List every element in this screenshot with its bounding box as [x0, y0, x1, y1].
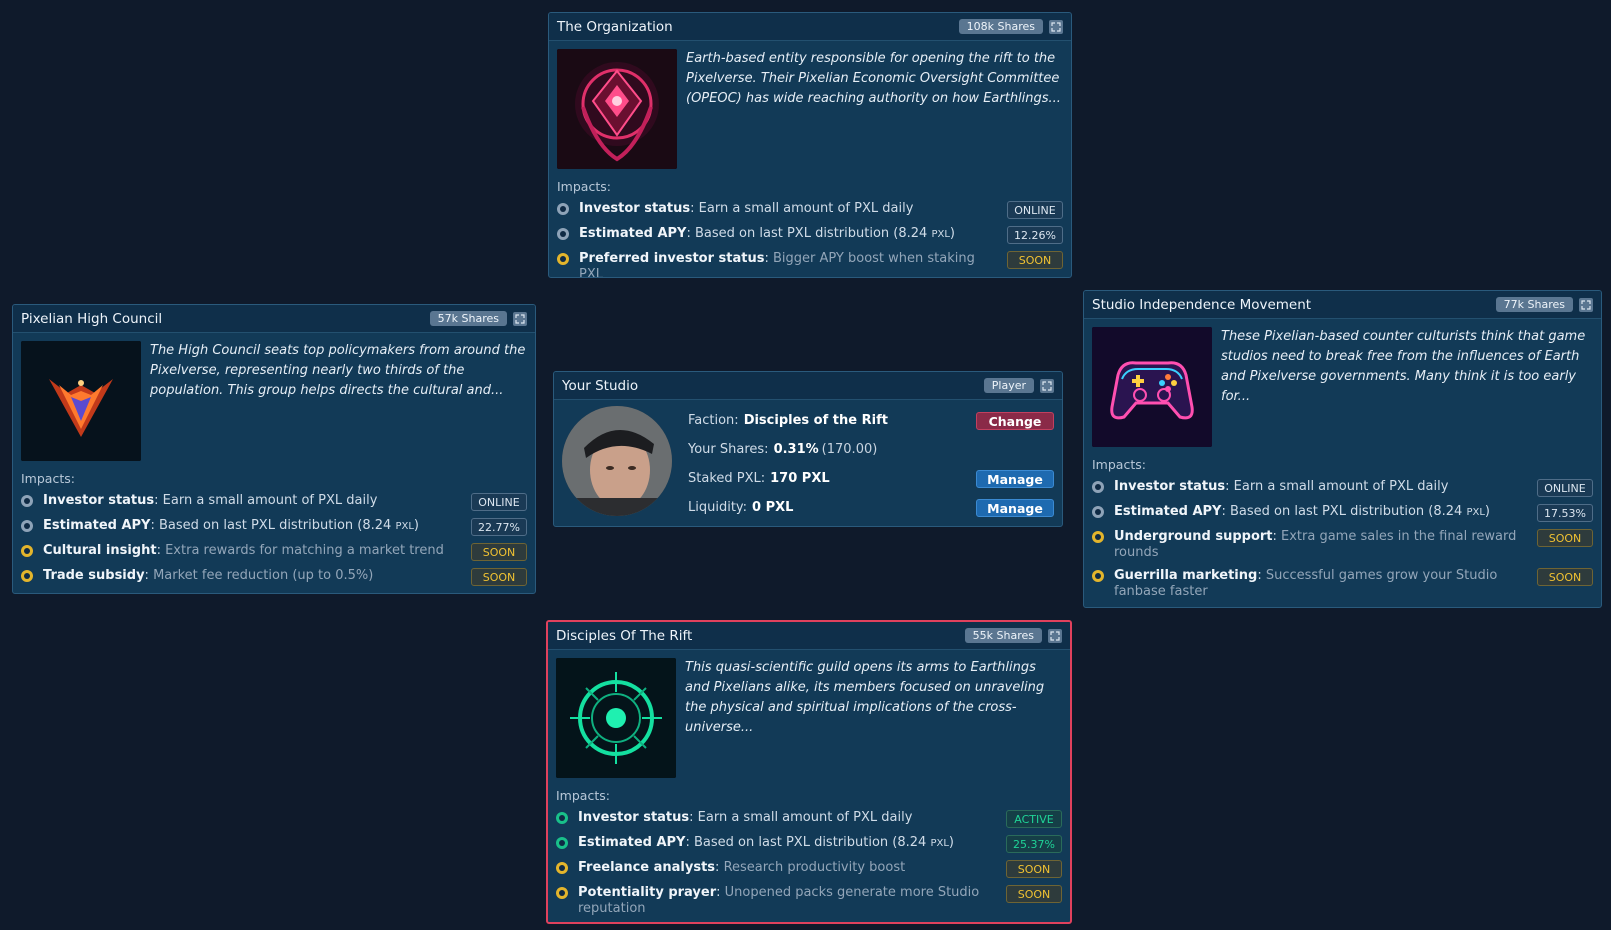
faction-description: These Pixelian-based counter culturists …: [1221, 329, 1586, 404]
card-title: The Organization: [557, 18, 673, 35]
faction-emblem-disciples: [556, 658, 676, 778]
faction-emblem-organization: [557, 49, 677, 169]
faction-row: Faction: Disciples of the Rift Change: [688, 406, 1054, 435]
status-dot-icon: [1092, 481, 1104, 493]
your-studio-card: Your Studio Player Faction: Disciples of …: [553, 371, 1063, 527]
status-pill: SOON: [1537, 529, 1593, 547]
faction-card-disciples[interactable]: Disciples Of The Rift 55k Shares This qu…: [546, 620, 1072, 924]
impacts-label: Impacts:: [557, 179, 611, 194]
staked-row: Staked PXL: 170 PXL Manage: [688, 464, 1054, 493]
card-title: Disciples Of The Rift: [556, 627, 693, 644]
impact-row: Preferred investor status: Bigger APY bo…: [549, 248, 1071, 277]
status-pill: ONLINE: [1537, 479, 1593, 497]
impact-row: Estimated APY: Based on last PXL distrib…: [549, 223, 1071, 248]
expand-icon[interactable]: [1040, 378, 1054, 393]
impact-row: Investor status: Earn a small amount of …: [1084, 476, 1601, 501]
card-header: Studio Independence Movement 77k Shares: [1084, 291, 1601, 319]
impact-row: Cultural insight: Extra rewards for matc…: [13, 540, 535, 565]
player-badge: Player: [983, 378, 1034, 393]
manage-liquidity-button[interactable]: Manage: [976, 498, 1054, 517]
shares-badge: 77k Shares: [1495, 297, 1573, 312]
impact-row: Estimated APY: Based on last PXL distrib…: [13, 515, 535, 540]
status-dot-icon: [21, 570, 33, 582]
impact-row: Underground support: Extra game sales in…: [1084, 526, 1601, 565]
apy-pill: 17.53%: [1537, 504, 1593, 522]
status-pill: SOON: [471, 543, 527, 561]
apy-pill: 12.26%: [1007, 226, 1063, 244]
card-title: Your Studio: [562, 377, 639, 394]
shares-row: Your Shares: 0.31% (170.00): [688, 442, 878, 457]
impact-row: Investor status: Earn a small amount of …: [548, 807, 1070, 832]
faction-description: The High Council seats top policymakers …: [150, 343, 526, 398]
impacts-label: Impacts:: [21, 471, 75, 486]
impact-row: Investor status: Earn a small amount of …: [13, 490, 535, 515]
faction-emblem-council: [21, 341, 141, 461]
status-pill: ONLINE: [471, 493, 527, 511]
impact-row: Estimated APY: Based on last PXL distrib…: [548, 832, 1070, 857]
impact-row: Investor status: Earn a small amount of …: [549, 198, 1071, 223]
expand-icon[interactable]: [1049, 19, 1063, 34]
status-pill: SOON: [1006, 885, 1062, 903]
impact-row: Potentiality prayer: Unopened packs gene…: [548, 882, 1070, 921]
status-dot-icon: [1092, 506, 1104, 518]
card-header: Pixelian High Council 57k Shares: [13, 305, 535, 333]
faction-card-council[interactable]: Pixelian High Council 57k Shares The Hig…: [12, 304, 536, 594]
apy-pill: 25.37%: [1006, 835, 1062, 853]
status-pill: SOON: [1007, 251, 1063, 269]
impact-row: Trade subsidy: Market fee reduction (up …: [13, 565, 535, 590]
status-dot-icon: [556, 837, 568, 849]
status-dot-icon: [21, 520, 33, 532]
expand-icon[interactable]: [1579, 297, 1593, 312]
liquidity-row: Liquidity: 0 PXL Manage: [688, 493, 1054, 522]
expand-icon[interactable]: [513, 311, 527, 326]
status-pill: SOON: [1006, 860, 1062, 878]
expand-icon[interactable]: [1048, 628, 1062, 643]
status-dot-icon: [557, 253, 569, 265]
shares-badge: 55k Shares: [964, 628, 1042, 643]
faction-description: Earth-based entity responsible for openi…: [686, 51, 1061, 106]
card-title: Pixelian High Council: [21, 310, 163, 327]
impact-row: Guerrilla marketing: Successful games gr…: [1084, 565, 1601, 604]
status-dot-icon: [556, 887, 568, 899]
status-dot-icon: [1092, 531, 1104, 543]
faction-emblem-sim: [1092, 327, 1212, 447]
status-dot-icon: [557, 228, 569, 240]
status-pill: SOON: [471, 568, 527, 586]
status-dot-icon: [21, 495, 33, 507]
faction-card-organization[interactable]: The Organization 108k Shares Earth-based…: [548, 12, 1072, 278]
status-dot-icon: [556, 812, 568, 824]
card-header: Your Studio Player: [554, 372, 1062, 400]
faction-description: This quasi-scientific guild opens its ar…: [685, 660, 1045, 735]
shares-badge: 108k Shares: [958, 19, 1043, 34]
impact-row: Freelance analysts: Research productivit…: [548, 857, 1070, 882]
status-pill: SOON: [1537, 568, 1593, 586]
impacts-label: Impacts:: [1092, 457, 1146, 472]
impacts-label: Impacts:: [556, 788, 610, 803]
apy-pill: 22.77%: [471, 518, 527, 536]
card-title: Studio Independence Movement: [1092, 296, 1312, 313]
status-pill: ONLINE: [1007, 201, 1063, 219]
card-header: The Organization 108k Shares: [549, 13, 1071, 41]
faction-card-sim[interactable]: Studio Independence Movement 77k Shares …: [1083, 290, 1602, 608]
status-dot-icon: [1092, 570, 1104, 582]
status-dot-icon: [21, 545, 33, 557]
card-header: Disciples Of The Rift 55k Shares: [548, 622, 1070, 650]
status-dot-icon: [557, 203, 569, 215]
impact-row: Estimated APY: Based on last PXL distrib…: [1084, 501, 1601, 526]
avatar: [562, 406, 672, 516]
shares-badge: 57k Shares: [429, 311, 507, 326]
change-faction-button[interactable]: Change: [976, 411, 1054, 430]
status-dot-icon: [556, 862, 568, 874]
manage-staked-button[interactable]: Manage: [976, 469, 1054, 488]
status-pill: ACTIVE: [1006, 810, 1062, 828]
